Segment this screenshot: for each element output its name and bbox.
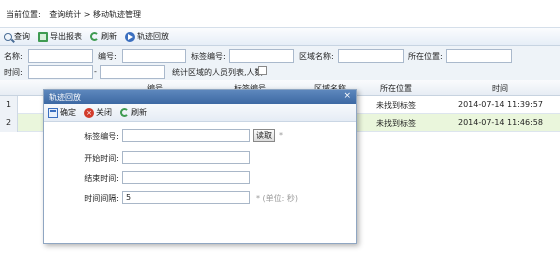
position-cell: 未找到标签 xyxy=(376,119,416,128)
dialog-title-bar[interactable]: 轨迹回放 × xyxy=(44,90,356,104)
time-cell: 2014-07-14 11:39:57 xyxy=(458,100,543,109)
query-button[interactable]: 查询 xyxy=(4,31,30,42)
tag-code-field[interactable] xyxy=(122,129,250,142)
interval-label: 时间间隔: xyxy=(84,194,119,203)
row-number: 2 xyxy=(0,114,18,132)
close-button[interactable]: × 关闭 xyxy=(84,107,112,118)
close-label: 关闭 xyxy=(96,108,112,117)
read-button[interactable]: 读取 xyxy=(253,129,275,142)
position-input[interactable] xyxy=(446,49,512,63)
export-button[interactable]: 导出报表 xyxy=(38,31,82,42)
position-label: 所在位置: xyxy=(408,52,443,61)
breadcrumb-prefix: 当前位置: xyxy=(6,10,41,19)
save-icon xyxy=(48,107,58,118)
interval-hint: * (单位: 秒) xyxy=(256,194,299,203)
tag-code-input[interactable] xyxy=(229,49,294,63)
time-cell: 2014-07-14 11:46:58 xyxy=(458,118,543,127)
dialog-toolbar: 确定 × 关闭 刷新 xyxy=(44,104,356,122)
interval-field[interactable]: 5 xyxy=(122,191,250,204)
row-number: 1 xyxy=(0,96,18,114)
ok-button[interactable]: 确定 xyxy=(48,107,76,118)
name-input[interactable] xyxy=(28,49,93,63)
end-time-field[interactable] xyxy=(122,171,250,184)
time-label: 时间: xyxy=(4,68,23,77)
time-dash: - xyxy=(94,67,97,76)
filter-panel: 名称: 编号: 标签编号: 区域名称: 所在位置: 时间: - 统计区域的人员列… xyxy=(0,46,560,80)
playback-dialog: 轨迹回放 × 确定 × 关闭 刷新 标签编号: 读取 * 开始时间: 结束时间:… xyxy=(43,89,357,244)
name-label: 名称: xyxy=(4,52,23,61)
area-name-label: 区域名称: xyxy=(299,52,334,61)
area-name-input[interactable] xyxy=(338,49,404,63)
main-toolbar: 查询 导出报表 刷新 轨迹回放 xyxy=(0,27,560,46)
ok-label: 确定 xyxy=(60,108,76,117)
excel-icon xyxy=(38,31,48,42)
close-icon[interactable]: × xyxy=(343,91,351,101)
code-input[interactable] xyxy=(122,49,186,63)
cancel-icon: × xyxy=(84,107,94,118)
stat-label: 统计区域的人员列表,人数 xyxy=(172,68,263,77)
column-header-time[interactable]: 时间 xyxy=(470,83,530,94)
time-end-input[interactable] xyxy=(100,65,165,79)
search-icon xyxy=(4,32,12,41)
query-label: 查询 xyxy=(14,32,30,41)
dialog-refresh-label: 刷新 xyxy=(131,108,147,117)
refresh-icon xyxy=(90,32,99,41)
stat-checkbox[interactable] xyxy=(258,66,267,75)
refresh-button[interactable]: 刷新 xyxy=(90,31,117,42)
dialog-refresh-button[interactable]: 刷新 xyxy=(120,107,147,118)
tag-code-label: 标签编号: xyxy=(84,132,119,141)
position-cell: 未找到标签 xyxy=(376,101,416,110)
playback-button[interactable]: 轨迹回放 xyxy=(125,31,169,42)
tag-code-label: 标签编号: xyxy=(191,52,226,61)
start-time-field[interactable] xyxy=(122,151,250,164)
play-icon xyxy=(125,31,135,42)
required-mark: * xyxy=(279,131,283,140)
export-label: 导出报表 xyxy=(50,32,82,41)
column-header-position[interactable]: 所在位置 xyxy=(366,83,426,94)
dialog-title: 轨迹回放 xyxy=(49,93,81,102)
start-time-label: 开始时间: xyxy=(84,154,119,163)
time-start-input[interactable] xyxy=(28,65,93,79)
refresh-icon xyxy=(120,108,129,117)
end-time-label: 结束时间: xyxy=(84,174,119,183)
breadcrumb-path: 查询统计 > 移动轨迹管理 xyxy=(49,10,142,19)
breadcrumb: 当前位置: 查询统计 > 移动轨迹管理 xyxy=(0,0,560,27)
code-label: 编号: xyxy=(98,52,117,61)
refresh-label: 刷新 xyxy=(101,32,117,41)
playback-label: 轨迹回放 xyxy=(137,32,169,41)
